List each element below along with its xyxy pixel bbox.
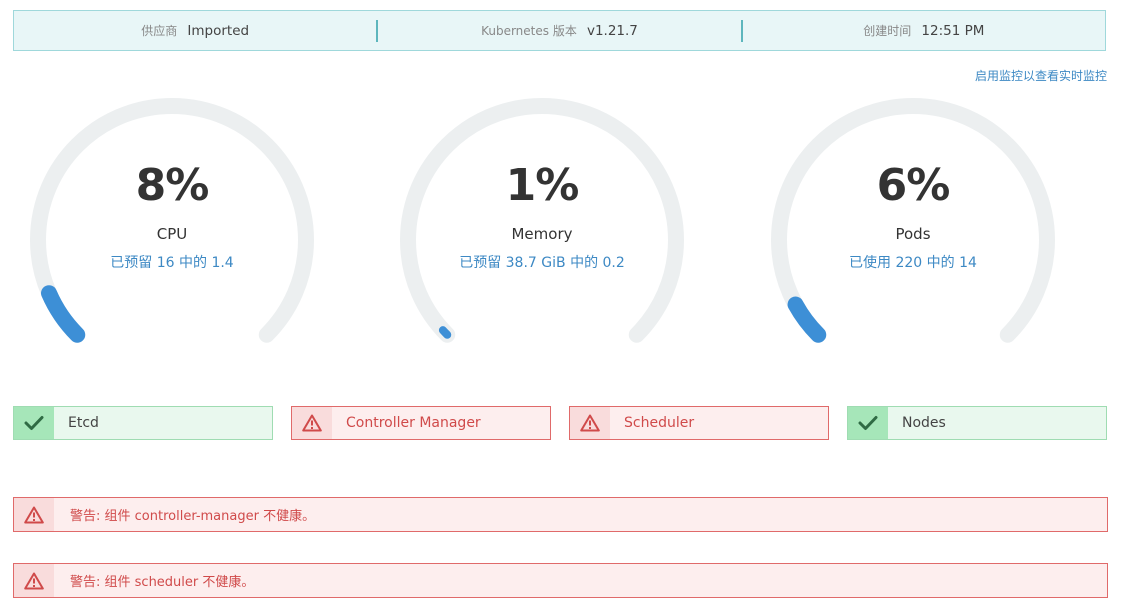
cpu-label: CPU: [156, 225, 188, 243]
gauge-fill: [41, 285, 86, 343]
created-time-value: 12:51 PM: [921, 23, 985, 39]
component-status-scheduler: Scheduler: [569, 406, 829, 440]
memory-gauge: 1% Memory 已预留 38.7 GiB 中的 0.2: [397, 95, 687, 355]
component-label-scheduler: Scheduler: [624, 415, 695, 431]
kubernetes-version-label: Kubernetes 版本: [481, 24, 577, 38]
created-time-label: 创建时间: [863, 24, 912, 38]
gauge-track: [30, 98, 314, 343]
warning-icon: [292, 407, 332, 439]
provider-label: 供应商: [141, 24, 178, 38]
alert-message: 警告: 组件 controller-manager 不健康。: [70, 509, 316, 524]
alert-controller-manager: 警告: 组件 controller-manager 不健康。: [13, 497, 1108, 532]
cpu-gauge: 8% CPU 已预留 16 中的 1.4: [27, 95, 317, 355]
gauge-track: [400, 98, 684, 343]
warning-icon: [570, 407, 610, 439]
component-label-controller-manager: Controller Manager: [346, 415, 481, 431]
pods-label: Pods: [895, 225, 931, 243]
enable-monitoring-link[interactable]: 启用监控以查看实时监控: [975, 67, 1107, 84]
component-label-nodes: Nodes: [902, 415, 946, 431]
kubernetes-version-info: Kubernetes 版本 v1.21.7: [378, 22, 740, 39]
component-label-etcd: Etcd: [68, 415, 99, 431]
alert-message: 警告: 组件 scheduler 不健康。: [70, 575, 255, 590]
cpu-percent: 8%: [135, 160, 210, 211]
memory-label: Memory: [511, 225, 573, 243]
alert-scheduler: 警告: 组件 scheduler 不健康。: [13, 563, 1108, 598]
component-status-etcd: Etcd: [13, 406, 273, 440]
warning-icon: [14, 498, 54, 531]
created-time-info: 创建时间 12:51 PM: [743, 22, 1105, 39]
component-status-controller-manager: Controller Manager: [291, 406, 551, 440]
provider-value: Imported: [187, 23, 250, 39]
gauge-fill: [787, 296, 827, 343]
cluster-info-bar: 供应商 Imported Kubernetes 版本 v1.21.7 创建时间 …: [13, 10, 1106, 51]
memory-percent: 1%: [505, 160, 580, 211]
kubernetes-version-value: v1.21.7: [586, 23, 638, 39]
provider-info: 供应商 Imported: [14, 22, 376, 39]
warning-icon: [14, 564, 54, 597]
component-status-nodes: Nodes: [847, 406, 1107, 440]
pods-percent: 6%: [876, 160, 951, 211]
pods-detail: 已使用 220 中的 14: [849, 255, 977, 271]
pods-gauge: 6% Pods 已使用 220 中的 14: [768, 95, 1058, 355]
gauge-track: [771, 98, 1055, 343]
memory-detail: 已预留 38.7 GiB 中的 0.2: [459, 255, 625, 271]
check-icon: [848, 407, 888, 439]
check-icon: [14, 407, 54, 439]
gauge-fill: [438, 326, 452, 339]
cpu-detail: 已预留 16 中的 1.4: [110, 255, 234, 271]
